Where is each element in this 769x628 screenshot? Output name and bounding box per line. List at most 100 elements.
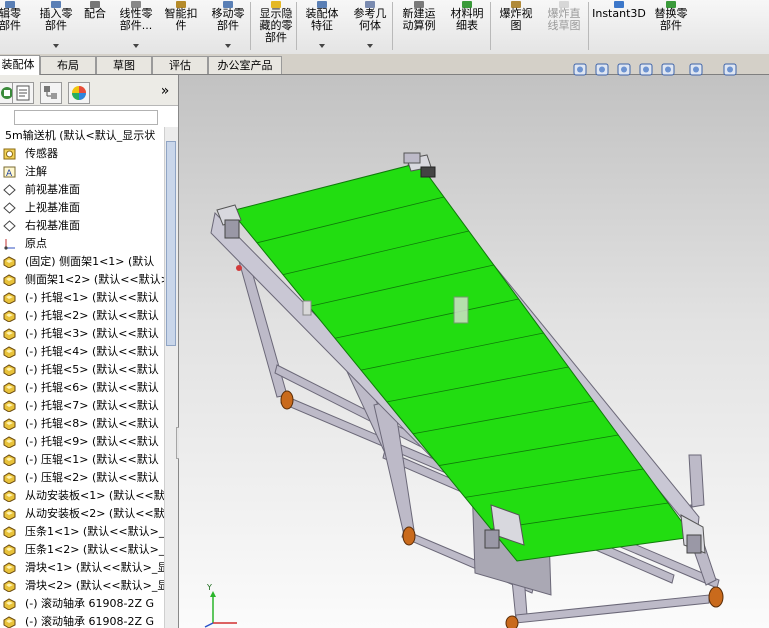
configuration-manager-tab[interactable] [40,82,62,104]
ribbon-button-14[interactable]: 替换零 部件 [648,0,694,52]
display-style-icon[interactable] [688,62,706,81]
tree-filter-field[interactable] [14,110,158,125]
ribbon-button-label: 替换零 部件 [654,7,688,32]
tree-item-label: 原点 [25,237,47,250]
tree-item-label: (固定) 侧面架1<1> (默认 [25,255,155,268]
ribbon-button-3[interactable]: 线性零 部件... [114,0,158,52]
end-stop-right [420,166,436,178]
tree-item[interactable]: 上视基准面 [0,199,164,217]
part-icon [3,382,16,395]
tree-item[interactable]: (-) 托辊<4> (默认<<默认 [0,343,164,361]
tree-item[interactable]: (-) 滚动轴承 61908-2Z G [0,595,164,613]
dropdown-arrow-icon[interactable] [225,44,231,48]
tree-item-label: (-) 托辊<7> (默认<<默认 [25,399,159,412]
conveyor-model[interactable] [179,75,769,628]
tree-item[interactable]: 滑块<1> (默认<<默认>_显 [0,559,164,577]
ribbon-button-2[interactable]: 配合 [80,0,110,52]
tree-item[interactable]: (-) 托辊<5> (默认<<默认 [0,361,164,379]
ribbon-button-label: 显示隐 藏的零 部件 [259,7,293,44]
tree-item[interactable]: (-) 托辊<9> (默认<<默认 [0,433,164,451]
tree-item[interactable]: (固定) 侧面架1<1> (默认 [0,253,164,271]
tree-item-label: (-) 托辊<9> (默认<<默认 [25,435,159,448]
ribbon-button-9[interactable]: 新建运 动算例 [398,0,440,52]
tree-item[interactable]: 从动安装板<2> (默认<<默 [0,505,164,523]
tree-item-label: (-) 托辊<3> (默认<<默认 [25,327,159,340]
tree-item[interactable]: (-) 托辊<1> (默认<<默认 [0,289,164,307]
tree-item[interactable]: 从动安装板<1> (默认<<默 [0,487,164,505]
tree-item[interactable]: (-) 压辊<1> (默认<<默认 [0,451,164,469]
tab-4[interactable]: 办公室产品 [208,56,282,74]
tab-2[interactable]: 草图 [96,56,152,74]
tree-scrollbar[interactable] [164,127,178,628]
hide-show-items-icon[interactable] [722,62,740,81]
tab-1[interactable]: 布局 [40,56,96,74]
tree-item-label: (-) 压辊<1> (默认<<默认 [25,453,159,466]
ribbon-button-4[interactable]: 智能扣 件 [160,0,202,52]
ribbon-button-13[interactable]: Instant3D [592,0,646,52]
tree-item[interactable]: 滑块<2> (默认<<默认>_显 [0,577,164,595]
view-orientation-icon[interactable] [660,62,678,81]
part-icon [3,508,16,521]
section-view-icon[interactable] [638,62,656,81]
tab-0[interactable]: 装配体 [0,55,40,75]
ribbon-button-label: 参考几 何体 [353,7,387,32]
ribbon-separator [250,2,251,50]
ribbon-button-8[interactable]: 参考几 何体 [348,0,392,52]
dropdown-arrow-icon[interactable] [367,44,373,48]
tab-3[interactable]: 评估 [152,56,208,74]
tree-item-label: 压条1<1> (默认<<默认>_显 [25,525,164,538]
tree-item[interactable]: (-) 托辊<6> (默认<<默认 [0,379,164,397]
selection-marker-a [302,300,312,316]
zoom-to-fit-icon[interactable] [572,62,590,81]
tree-item[interactable]: 前视基准面 [0,181,164,199]
ribbon-button-0[interactable]: 辑零 部件 [0,0,26,52]
ribbon-button-5[interactable]: 移动零 部件 [206,0,250,52]
bearing-block-1 [224,219,240,239]
zoom-area-icon[interactable] [594,62,612,81]
triad-y-label: Y [207,583,212,592]
tree-item[interactable]: (-) 托辊<8> (默认<<默认 [0,415,164,433]
dropdown-arrow-icon[interactable] [133,44,139,48]
ribbon-button-10[interactable]: 材料明 细表 [444,0,490,52]
display-manager-tab[interactable] [68,82,90,104]
tree-item[interactable]: 压条1<2> (默认<<默认>_显 [0,541,164,559]
tree-scrollbar-thumb[interactable] [166,141,176,346]
ribbon-button-6[interactable]: 显示隐 藏的零 部件 [254,0,298,52]
part-icon [3,436,16,449]
tree-item[interactable]: (-) 压辊<2> (默认<<默认 [0,469,164,487]
tree-item[interactable]: (-) 滚动轴承 61908-2Z G [0,613,164,628]
part-icon [3,346,16,359]
ribbon-button-1[interactable]: 插入零 部件 [36,0,76,52]
ribbon-button-11[interactable]: 爆炸视 图 [496,0,536,52]
part-icon [3,292,16,305]
tree-item[interactable]: 右视基准面 [0,217,164,235]
tree-item[interactable]: (-) 托辊<7> (默认<<默认 [0,397,164,415]
part-icon [3,616,16,628]
annotation-icon: A [3,166,16,179]
part-icon [3,328,16,341]
ribbon-button-label: 线性零 部件... [119,7,153,32]
previous-view-icon[interactable] [616,62,634,81]
tree-item[interactable]: 5m输送机 (默认<默认_显示状 [0,127,164,145]
tree-item[interactable]: 压条1<1> (默认<<默认>_显 [0,523,164,541]
conveyor-belt[interactable] [230,162,694,562]
dropdown-arrow-icon[interactable] [53,44,59,48]
part-icon [3,418,16,431]
ribbon-button-label: 智能扣 件 [164,7,198,32]
ribbon-button-12[interactable]: 爆炸直 线草图 [542,0,586,52]
dropdown-arrow-icon[interactable] [319,44,325,48]
tree-item[interactable]: A 注解 [0,163,164,181]
panel-collapse-button[interactable]: » [157,83,173,99]
end-stop-left [403,152,421,164]
part-icon [3,562,16,575]
tree-item[interactable]: (-) 托辊<3> (默认<<默认 [0,325,164,343]
ribbon-separator [296,2,297,50]
ribbon-button-7[interactable]: 装配体 特征 [300,0,344,52]
tree-item[interactable]: (-) 托辊<2> (默认<<默认 [0,307,164,325]
tree-item[interactable]: 侧面架1<2> (默认<<默认> [0,271,164,289]
graphics-viewport[interactable]: Y [179,75,769,628]
tree-item[interactable]: 传感器 [0,145,164,163]
property-manager-tab[interactable] [12,82,34,104]
part-icon [3,256,16,269]
tree-item[interactable]: 原点 [0,235,164,253]
